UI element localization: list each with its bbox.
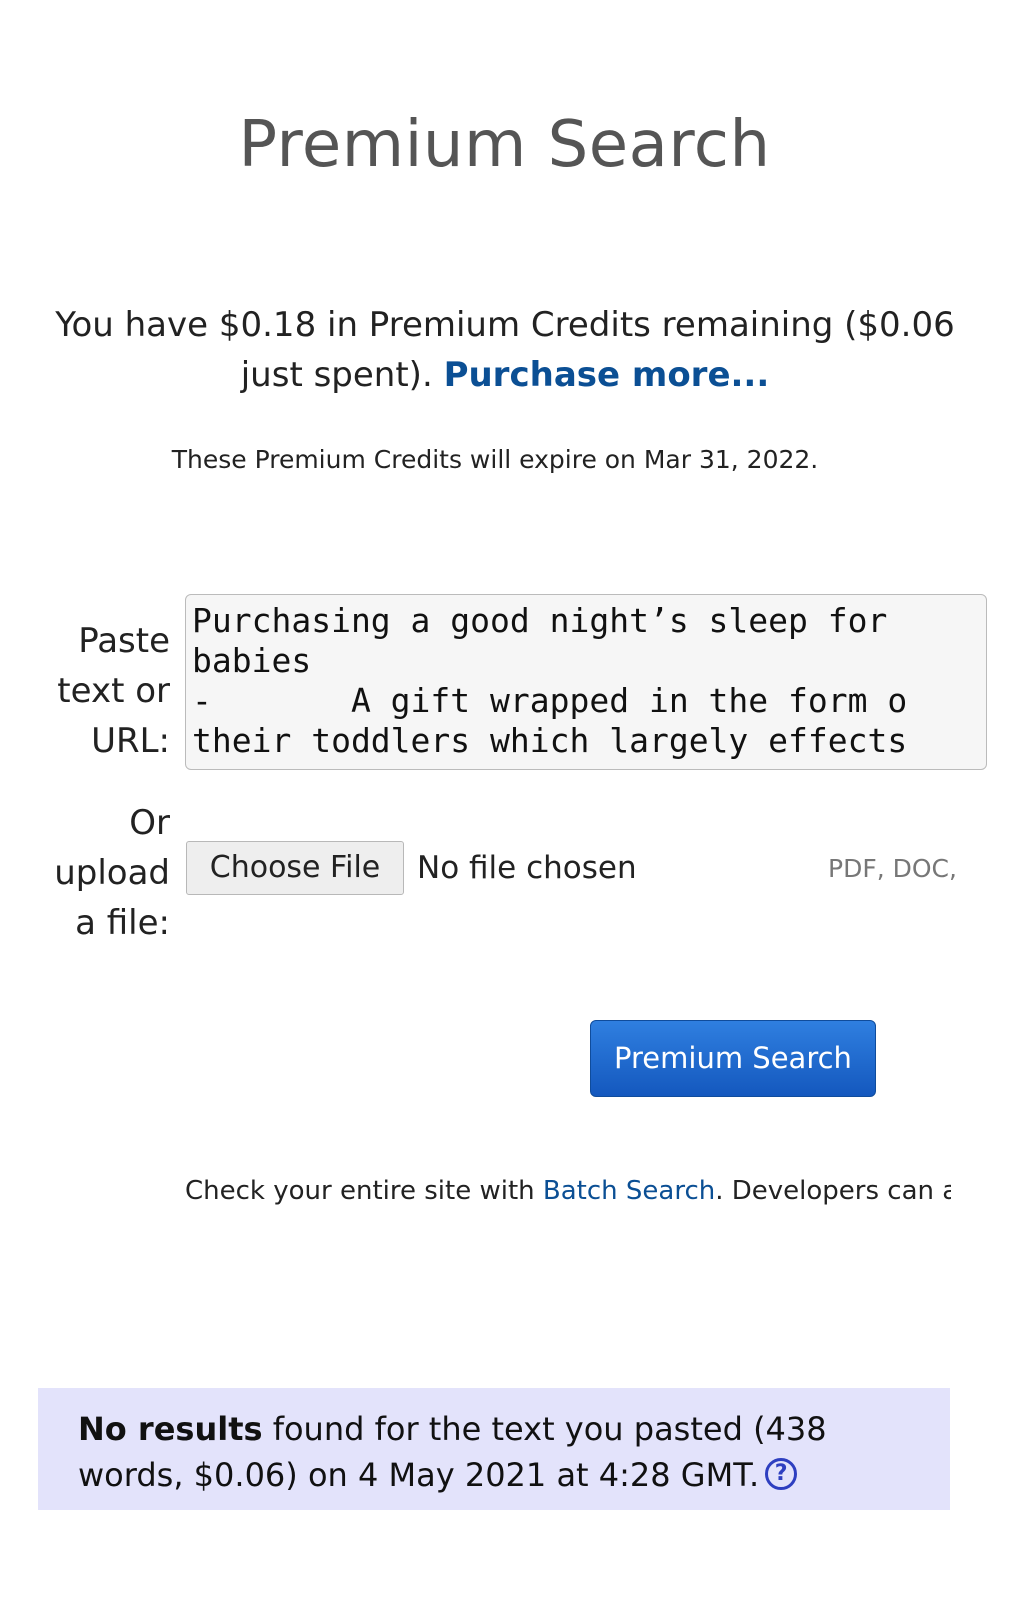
credits-message: You have $0.18 in Premium Credits remain… bbox=[40, 300, 970, 400]
purchase-more-link[interactable]: Purchase more... bbox=[444, 355, 770, 395]
batch-suffix: . Developers can als bbox=[715, 1176, 951, 1206]
upload-label: Or upload a file: bbox=[54, 803, 170, 943]
credits-expiry-note: These Premium Credits will expire on Mar… bbox=[171, 445, 819, 474]
batch-prefix: Check your entire site with bbox=[185, 1176, 543, 1206]
premium-search-button[interactable]: Premium Search bbox=[590, 1020, 876, 1097]
file-status: No file chosen bbox=[417, 850, 637, 886]
results-status: No results bbox=[78, 1410, 263, 1448]
paste-label: Paste text or URL: bbox=[57, 621, 170, 761]
results-banner: No results found for the text you pasted… bbox=[38, 1388, 950, 1510]
page-title: Premium Search bbox=[238, 108, 771, 182]
choose-file-button[interactable]: Choose File bbox=[186, 841, 404, 895]
paste-text-value: Purchasing a good night’s sleep for babi… bbox=[192, 601, 908, 760]
paste-text-area[interactable]: Purchasing a good night’s sleep for babi… bbox=[185, 594, 987, 770]
file-types-hint: PDF, DOC, bbox=[828, 854, 957, 883]
batch-search-link[interactable]: Batch Search bbox=[543, 1176, 715, 1206]
question-circle-icon[interactable]: ? bbox=[765, 1458, 798, 1490]
batch-search-note: Check your entire site with Batch Search… bbox=[185, 1174, 951, 1208]
page: Premium Search You have $0.18 in Premium… bbox=[0, 0, 1009, 1600]
